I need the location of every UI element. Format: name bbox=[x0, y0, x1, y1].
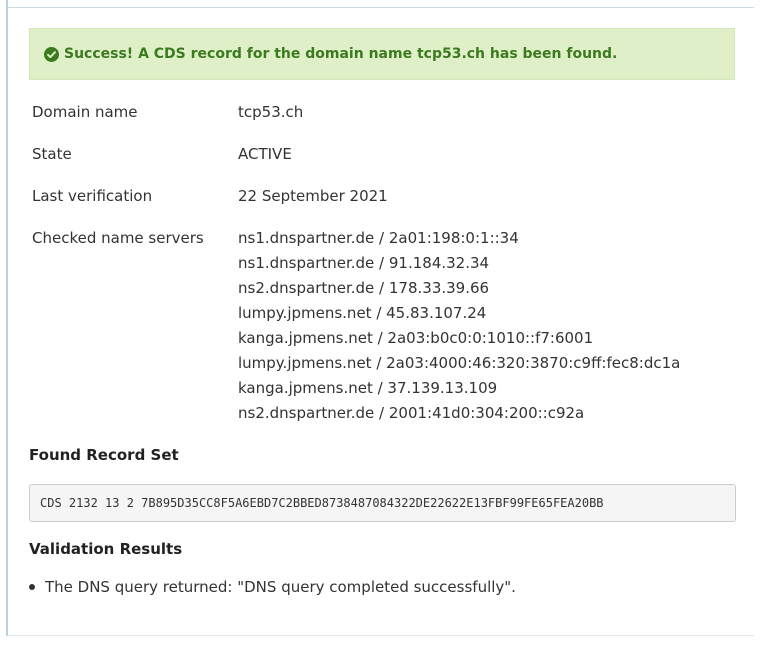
list-item: The DNS query returned: "DNS query compl… bbox=[29, 578, 516, 596]
record-set-box[interactable]: CDS 2132 13 2 7B895D35CC8F5A6EBD7C2BBED8… bbox=[29, 484, 736, 522]
name-server-item: lumpy.jpmens.net / 45.83.107.24 bbox=[238, 304, 487, 322]
detail-value: 22 September 2021 bbox=[238, 187, 388, 205]
detail-row-domain-name: Domain name tcp53.ch bbox=[32, 100, 732, 125]
cds-record-text[interactable]: CDS 2132 13 2 7B895D35CC8F5A6EBD7C2BBED8… bbox=[40, 496, 604, 510]
detail-value: tcp53.ch bbox=[238, 103, 304, 121]
detail-row-last-verification: Last verification 22 September 2021 bbox=[32, 184, 732, 209]
detail-row-state: State ACTIVE bbox=[32, 142, 732, 167]
detail-label: Last verification bbox=[32, 187, 153, 205]
detail-value: ACTIVE bbox=[238, 145, 292, 163]
result-panel: Success! A CDS record for the domain nam… bbox=[6, 0, 754, 636]
validation-results-title: Validation Results bbox=[29, 540, 183, 558]
validation-result-text: The DNS query returned: "DNS query compl… bbox=[45, 578, 516, 596]
detail-row-name-servers: Checked name servers ns1.dnspartner.de /… bbox=[32, 226, 732, 426]
domain-details: Domain name tcp53.ch State ACTIVE Last v… bbox=[32, 100, 732, 443]
success-message: Success! A CDS record for the domain nam… bbox=[64, 46, 618, 62]
top-divider bbox=[8, 7, 754, 8]
check-circle-icon bbox=[44, 46, 59, 62]
name-server-item: kanga.jpmens.net / 2a03:b0c0:0:1010::f7:… bbox=[238, 329, 594, 347]
detail-label: Checked name servers bbox=[32, 229, 204, 247]
name-server-item: ns1.dnspartner.de / 91.184.32.34 bbox=[238, 254, 490, 272]
found-record-set-title: Found Record Set bbox=[29, 446, 179, 464]
name-server-item: kanga.jpmens.net / 37.139.13.109 bbox=[238, 379, 498, 397]
name-server-item: lumpy.jpmens.net / 2a03:4000:46:320:3870… bbox=[238, 354, 681, 372]
validation-results-list: The DNS query returned: "DNS query compl… bbox=[29, 578, 516, 596]
name-server-item: ns1.dnspartner.de / 2a01:198:0:1::34 bbox=[238, 229, 519, 247]
bullet-icon bbox=[29, 584, 35, 590]
success-alert: Success! A CDS record for the domain nam… bbox=[29, 28, 735, 80]
detail-label: Domain name bbox=[32, 103, 138, 121]
name-server-item: ns2.dnspartner.de / 178.33.39.66 bbox=[238, 279, 490, 297]
name-server-list: ns1.dnspartner.de / 2a01:198:0:1::34 ns1… bbox=[238, 226, 680, 426]
detail-label: State bbox=[32, 145, 72, 163]
name-server-item: ns2.dnspartner.de / 2001:41d0:304:200::c… bbox=[238, 404, 585, 422]
